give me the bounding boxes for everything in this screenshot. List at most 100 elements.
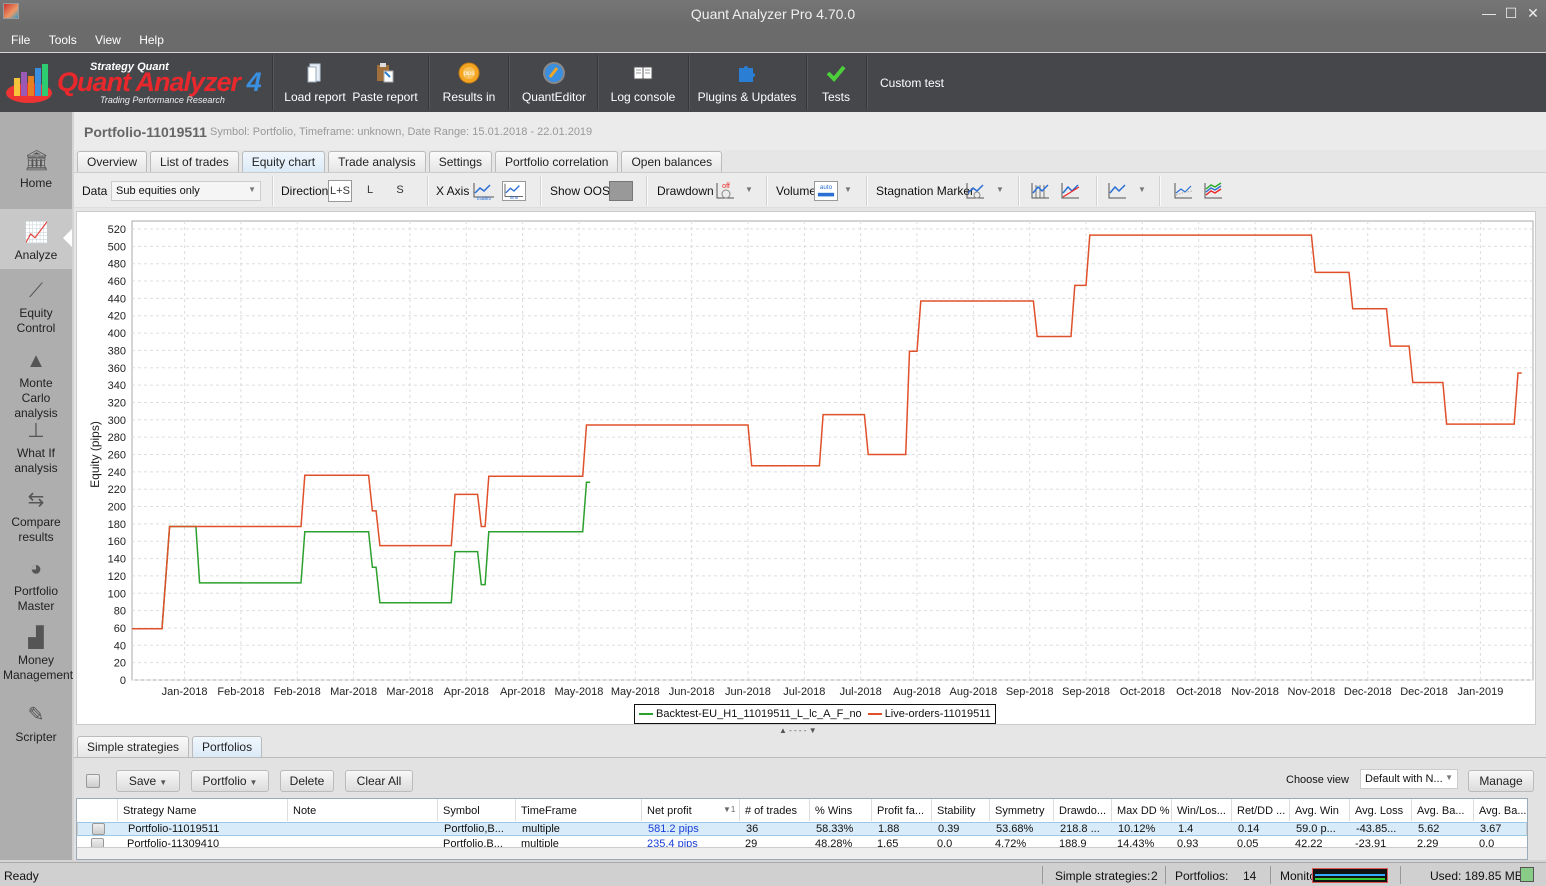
delete-button[interactable]: Delete	[280, 770, 334, 792]
y-tick-label: 420	[108, 311, 126, 323]
logo-title: Quant Analyzer 4	[57, 67, 262, 97]
select-all-checkbox[interactable]	[86, 774, 100, 788]
sidebar-item-compare-results[interactable]: ⇆ Compare results	[0, 489, 72, 545]
column-header[interactable]: Profit fa...	[877, 805, 924, 817]
column-header[interactable]: % Wins	[815, 805, 852, 817]
column-header[interactable]: Net profit	[647, 805, 692, 817]
garbage-collect-icon[interactable]	[1520, 867, 1534, 882]
menu-view[interactable]: View	[95, 28, 121, 47]
column-header[interactable]: # of trades	[745, 805, 797, 817]
data-select[interactable]: Sub equities only ▼	[111, 181, 261, 201]
x-tick-label: Jul-2018	[783, 686, 825, 698]
column-header[interactable]: TimeFrame	[521, 805, 577, 817]
menu-help[interactable]: Help	[139, 28, 164, 47]
column-header[interactable]: Strategy Name	[123, 805, 196, 817]
line-chart-dropdown-arrow[interactable]: ▼	[1138, 185, 1146, 194]
column-header[interactable]: Note	[293, 805, 316, 817]
multi-series-icon[interactable]	[1202, 181, 1226, 201]
column-header[interactable]: Ret/DD ...	[1237, 805, 1285, 817]
show-oos-label: Show OOS	[550, 184, 611, 198]
menu-file[interactable]: File	[11, 28, 30, 47]
save-button[interactable]: Save ▼	[116, 770, 180, 792]
quanteditor-button[interactable]: QuantEditor	[516, 53, 592, 112]
column-header[interactable]: Avg. Loss	[1355, 805, 1403, 817]
sidebar-item-monte-carlo[interactable]: ▲ Monte Carlo analysis	[0, 350, 72, 421]
tab-portfolios[interactable]: Portfolios	[192, 736, 263, 757]
portfolio-button[interactable]: Portfolio ▼	[191, 770, 269, 792]
column-header[interactable]: Symmetry	[995, 805, 1045, 817]
table-row[interactable]: Portfolio-11019511 Portfolio,B... multiple…	[77, 822, 1527, 836]
results-in-button[interactable]: pips Results in	[436, 53, 502, 112]
clear-all-button[interactable]: Clear All	[345, 770, 413, 792]
column-header[interactable]: Drawdo...	[1059, 805, 1106, 817]
sidebar-item-money-management[interactable]: ▟ Money Management	[0, 627, 73, 683]
y-tick-label: 160	[108, 536, 126, 548]
chevron-down-icon: ▼	[1445, 773, 1453, 782]
row-checkbox[interactable]	[92, 823, 105, 835]
tab-trade-analysis[interactable]: Trade analysis	[328, 151, 426, 172]
sidebar-item-analyze[interactable]: 📈 Analyze	[0, 209, 72, 269]
pie-icon: ◕	[29, 558, 43, 580]
sidebar-item-equity-control[interactable]: ⟋ Equity Control	[0, 280, 72, 336]
sidebar-item-portfolio-master[interactable]: ◕ Portfolio Master	[0, 558, 72, 614]
load-report-button[interactable]: Load report	[280, 53, 350, 112]
xaxis-time-icon[interactable]: time	[502, 181, 526, 201]
tab-portfolio-correlation[interactable]: Portfolio correlation	[495, 151, 619, 172]
scatter-compare-icon[interactable]	[1172, 181, 1196, 201]
custom-test-button[interactable]: Custom test	[874, 53, 950, 112]
column-header[interactable]: Symbol	[443, 805, 480, 817]
equity-chart[interactable]: 0 20 40 60 80 100 120 140 160 180 200 220 240 260 280 3…	[77, 212, 1537, 702]
xaxis-trades-icon[interactable]: trades	[472, 181, 496, 201]
tab-settings[interactable]: Settings	[428, 151, 493, 172]
column-header[interactable]: Stability	[937, 805, 976, 817]
manage-button[interactable]: Manage	[1468, 770, 1534, 792]
close-button[interactable]: ✕	[1526, 5, 1540, 21]
log-console-button[interactable]: Log console	[604, 53, 682, 112]
tests-button[interactable]: Tests	[812, 53, 860, 112]
direction-short-button[interactable]: S	[392, 180, 408, 202]
panel-splitter-handle[interactable]: ▲ - - - - ▼	[779, 726, 817, 735]
chevron-down-icon: ▼	[248, 185, 256, 194]
drawdown-dropdown-arrow[interactable]: ▼	[745, 185, 753, 194]
horizontal-scrollbar[interactable]	[77, 847, 1527, 859]
volume-auto-icon[interactable]: auto	[814, 181, 838, 201]
column-header[interactable]: Avg. Win	[1295, 805, 1339, 817]
bar-grid-chart-icon[interactable]	[1029, 181, 1053, 201]
stagnation-dropdown-arrow[interactable]: ▼	[996, 185, 1004, 194]
paste-report-button[interactable]: Paste report	[350, 53, 420, 112]
hierarchy-icon: ⊥	[27, 420, 45, 442]
tab-overview[interactable]: Overview	[77, 151, 148, 172]
chevron-down-icon: ▼	[159, 778, 168, 787]
minimize-button[interactable]: —	[1482, 5, 1496, 21]
tab-list-of-trades[interactable]: List of trades	[150, 151, 239, 172]
x-tick-label: Jul-2018	[840, 686, 882, 698]
plugins-updates-button[interactable]: Plugins & Updates	[696, 53, 798, 112]
column-header[interactable]: Max DD %	[1117, 805, 1170, 817]
legend-item-backtest[interactable]: Backtest-EU_H1_11019511_L_lc_A_F_no	[639, 705, 862, 723]
title-bar: Quant Analyzer Pro 4.70.0 — ☐ ✕	[0, 0, 1546, 28]
show-oos-toggle[interactable]	[609, 181, 633, 201]
memory-used: Used: 189.85 MB	[1430, 869, 1523, 883]
legend-item-live[interactable]: Live-orders-11019511	[867, 705, 991, 723]
tab-equity-chart[interactable]: Equity chart	[241, 151, 326, 172]
column-header[interactable]: Win/Los...	[1177, 805, 1226, 817]
choose-view-select[interactable]: Default with N... ▼	[1360, 769, 1458, 789]
table-cell: Portfolio-11019511	[128, 823, 220, 835]
tab-open-balances[interactable]: Open balances	[621, 151, 723, 172]
maximize-button[interactable]: ☐	[1504, 5, 1518, 21]
sidebar-item-what-if[interactable]: ⊥ What If analysis	[0, 420, 72, 476]
line-chart-icon[interactable]	[1106, 181, 1130, 201]
direction-ls-button[interactable]: L+S	[328, 180, 352, 202]
column-header[interactable]: Avg. Ba...	[1479, 805, 1527, 817]
direction-long-button[interactable]: L	[362, 180, 378, 202]
sidebar-item-home[interactable]: 🏛 Home	[0, 150, 72, 208]
trend-line-chart-icon[interactable]	[1059, 181, 1083, 201]
tab-simple-strategies[interactable]: Simple strategies	[77, 736, 190, 757]
column-header[interactable]: Avg. Ba...	[1417, 805, 1465, 817]
stagnation-marker-icon[interactable]	[964, 181, 988, 201]
x-tick-label: May-2018	[555, 686, 604, 698]
sidebar-item-scripter[interactable]: ✎ Scripter	[0, 704, 72, 745]
menu-tools[interactable]: Tools	[49, 28, 77, 47]
drawdown-off-icon[interactable]: off	[714, 181, 738, 201]
volume-dropdown-arrow[interactable]: ▼	[844, 185, 852, 194]
